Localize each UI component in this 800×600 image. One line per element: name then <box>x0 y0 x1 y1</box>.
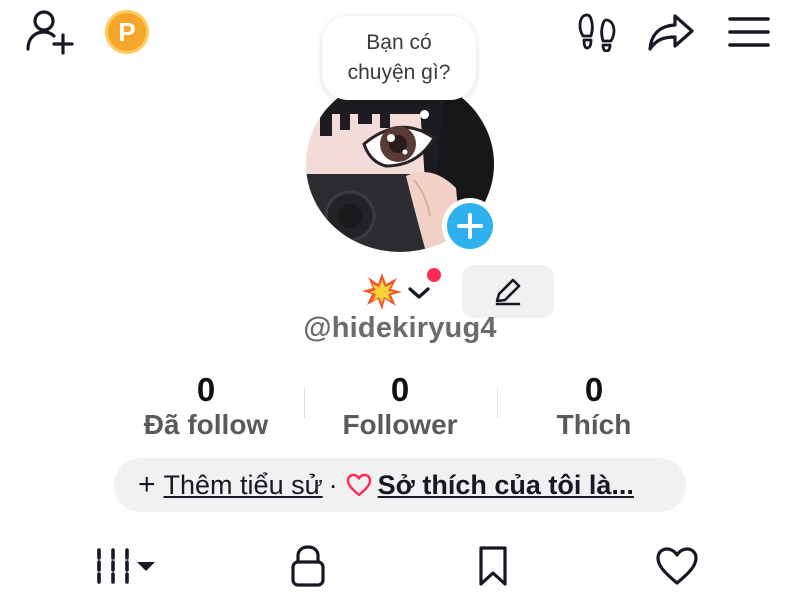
add-friend-icon <box>26 10 74 55</box>
status-dropdown[interactable] <box>404 280 434 306</box>
stat-following[interactable]: 0 Đã follow <box>106 372 306 442</box>
followers-count: 0 <box>390 371 410 408</box>
add-friend-button[interactable] <box>22 6 78 56</box>
grid-bars-icon <box>97 548 155 584</box>
add-bio-label: Thêm tiểu sử <box>163 469 323 500</box>
note-bubble-tail <box>420 110 429 119</box>
lock-icon <box>291 545 325 587</box>
hobby-prompt: Sở thích của tôi là... <box>377 469 634 500</box>
tab-videos[interactable] <box>90 542 160 590</box>
add-avatar-button[interactable] <box>442 198 498 254</box>
tab-liked[interactable] <box>652 542 702 590</box>
bookmark-icon <box>479 546 507 586</box>
note-bubble-line2: chuyện gì? <box>347 61 451 84</box>
coin-letter: P <box>118 17 136 47</box>
following-label: Đã follow <box>143 409 269 440</box>
heart-icon <box>656 547 698 585</box>
share-profile-button[interactable] <box>644 8 698 56</box>
points-coin-icon: P <box>105 10 149 54</box>
heart-outline-icon <box>346 473 372 497</box>
notification-dot <box>427 268 441 282</box>
note-bubble-line1: Bạn có <box>366 31 432 54</box>
menu-button[interactable] <box>724 8 774 56</box>
tab-saved[interactable] <box>470 542 516 590</box>
profile-views-button[interactable] <box>572 8 622 56</box>
note-bubble[interactable]: Bạn có chuyện gì? <box>322 16 476 100</box>
add-bio-button[interactable]: + Thêm tiểu sử · Sở thích của tôi là... <box>114 458 686 512</box>
plus-icon: + <box>138 468 156 501</box>
tab-private[interactable] <box>284 542 332 590</box>
likes-label: Thích <box>556 409 632 440</box>
plus-icon <box>457 213 483 239</box>
footprints-icon <box>578 13 616 52</box>
stat-likes[interactable]: 0 Thích <box>494 372 694 442</box>
bio-separator: · <box>328 469 338 500</box>
chevron-down-icon <box>408 287 430 299</box>
followers-label: Follower <box>342 409 458 440</box>
status-button[interactable] <box>360 270 404 312</box>
pencil-icon <box>495 278 521 305</box>
likes-count: 0 <box>584 371 604 408</box>
stat-followers[interactable]: 0 Follower <box>300 372 500 442</box>
following-count: 0 <box>196 371 216 408</box>
share-icon <box>648 14 694 51</box>
edit-profile-button[interactable] <box>462 265 554 318</box>
points-coin-button[interactable]: P <box>102 8 152 56</box>
menu-icon <box>728 17 770 47</box>
username: @hidekiryug4 <box>303 312 497 344</box>
collision-emoji-icon <box>362 273 402 310</box>
